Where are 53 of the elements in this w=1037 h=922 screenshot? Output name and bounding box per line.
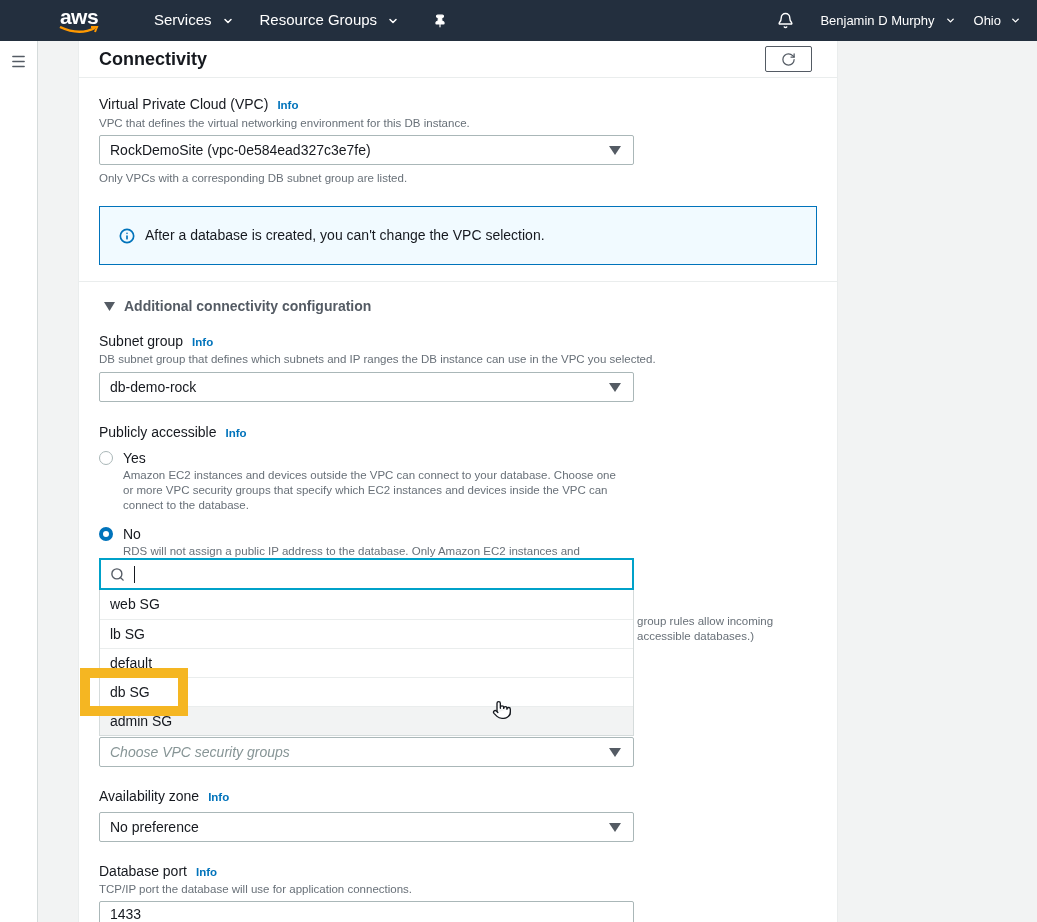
bell-icon[interactable] — [777, 12, 795, 29]
info-link[interactable]: Info — [225, 425, 247, 443]
field-description: Only VPCs with a corresponding DB subnet group are listed. — [99, 171, 409, 186]
menu-icon[interactable] — [10, 53, 27, 70]
text-cursor-icon — [134, 565, 135, 583]
refresh-icon — [781, 51, 796, 67]
region-menu-button[interactable]: Ohio — [973, 10, 1021, 31]
logo-text: aws — [59, 7, 99, 26]
smile-arrow-icon — [59, 25, 99, 34]
nav-menu-button[interactable]: Resource Groups — [259, 9, 400, 32]
caret-icon — [609, 747, 621, 757]
field-label: Subnet group — [99, 332, 184, 351]
option-description: Amazon EC2 instances and devices outside the VPC can connect to your database. Choose one or more VPC security groups that specify which EC2 instances and devices inside the VPC can connect to the database. — [123, 468, 617, 513]
field-label: Publicly accessible — [99, 423, 217, 442]
select-field[interactable]: No preference — [99, 812, 634, 842]
info-icon — [119, 227, 135, 244]
info-link[interactable]: Info — [208, 789, 230, 807]
option-description: RDS will not assign a public IP address to the database. Only Amazon EC2 instances and — [123, 544, 581, 559]
field-description: TCP/IP port the database will use for application connections. — [99, 882, 414, 897]
pin-icon[interactable] — [433, 13, 448, 28]
dropdown-option[interactable]: admin SG — [100, 706, 633, 735]
field-label: Availability zone — [99, 787, 200, 806]
chevron-down-icon — [1010, 15, 1021, 26]
expand-toggle[interactable]: Additional connectivity configuration — [104, 296, 372, 316]
port-input-field[interactable]: 1433 — [99, 901, 634, 922]
caret-icon — [609, 145, 621, 155]
field-label: Database port — [99, 862, 187, 881]
info-link[interactable]: Info — [192, 334, 214, 352]
hand-cursor-icon — [492, 700, 512, 720]
info-link[interactable]: Info — [195, 864, 218, 882]
search-field[interactable] — [99, 558, 634, 590]
caret-icon — [609, 382, 621, 392]
radio-label[interactable]: Yes — [123, 447, 146, 469]
field-description: DB subnet group that defines which subnets and IP ranges the DB instance can use in the VPC you selected. — [99, 352, 657, 367]
radio-label[interactable]: No — [123, 523, 141, 545]
radio-button[interactable] — [99, 527, 113, 541]
select-field[interactable]: db-demo-rock — [99, 372, 634, 402]
chevron-down-icon — [944, 15, 956, 26]
alert-message: After a database is created, you can't change the VPC selection. — [145, 226, 545, 245]
caret-icon — [609, 822, 621, 832]
section-title: Connectivity — [99, 48, 208, 70]
triangle-down-icon — [104, 300, 115, 312]
field-description: group rules allow incoming — [637, 614, 775, 629]
info-link[interactable]: Info — [277, 97, 299, 115]
search-icon — [110, 566, 125, 582]
radio-button[interactable] — [99, 451, 113, 465]
user-menu-button[interactable]: Benjamin D Murphy — [820, 10, 956, 31]
field-description: accessible databases.) — [637, 629, 755, 644]
field-description: VPC that defines the virtual networking environment for this DB instance. — [99, 116, 471, 131]
select-field[interactable]: RockDemoSite (vpc-0e584ead327c3e7fe) — [99, 135, 634, 165]
nav-menu-button[interactable]: Services — [154, 9, 234, 32]
refresh-button[interactable] — [765, 46, 812, 72]
field-label: Virtual Private Cloud (VPC) — [99, 95, 269, 114]
